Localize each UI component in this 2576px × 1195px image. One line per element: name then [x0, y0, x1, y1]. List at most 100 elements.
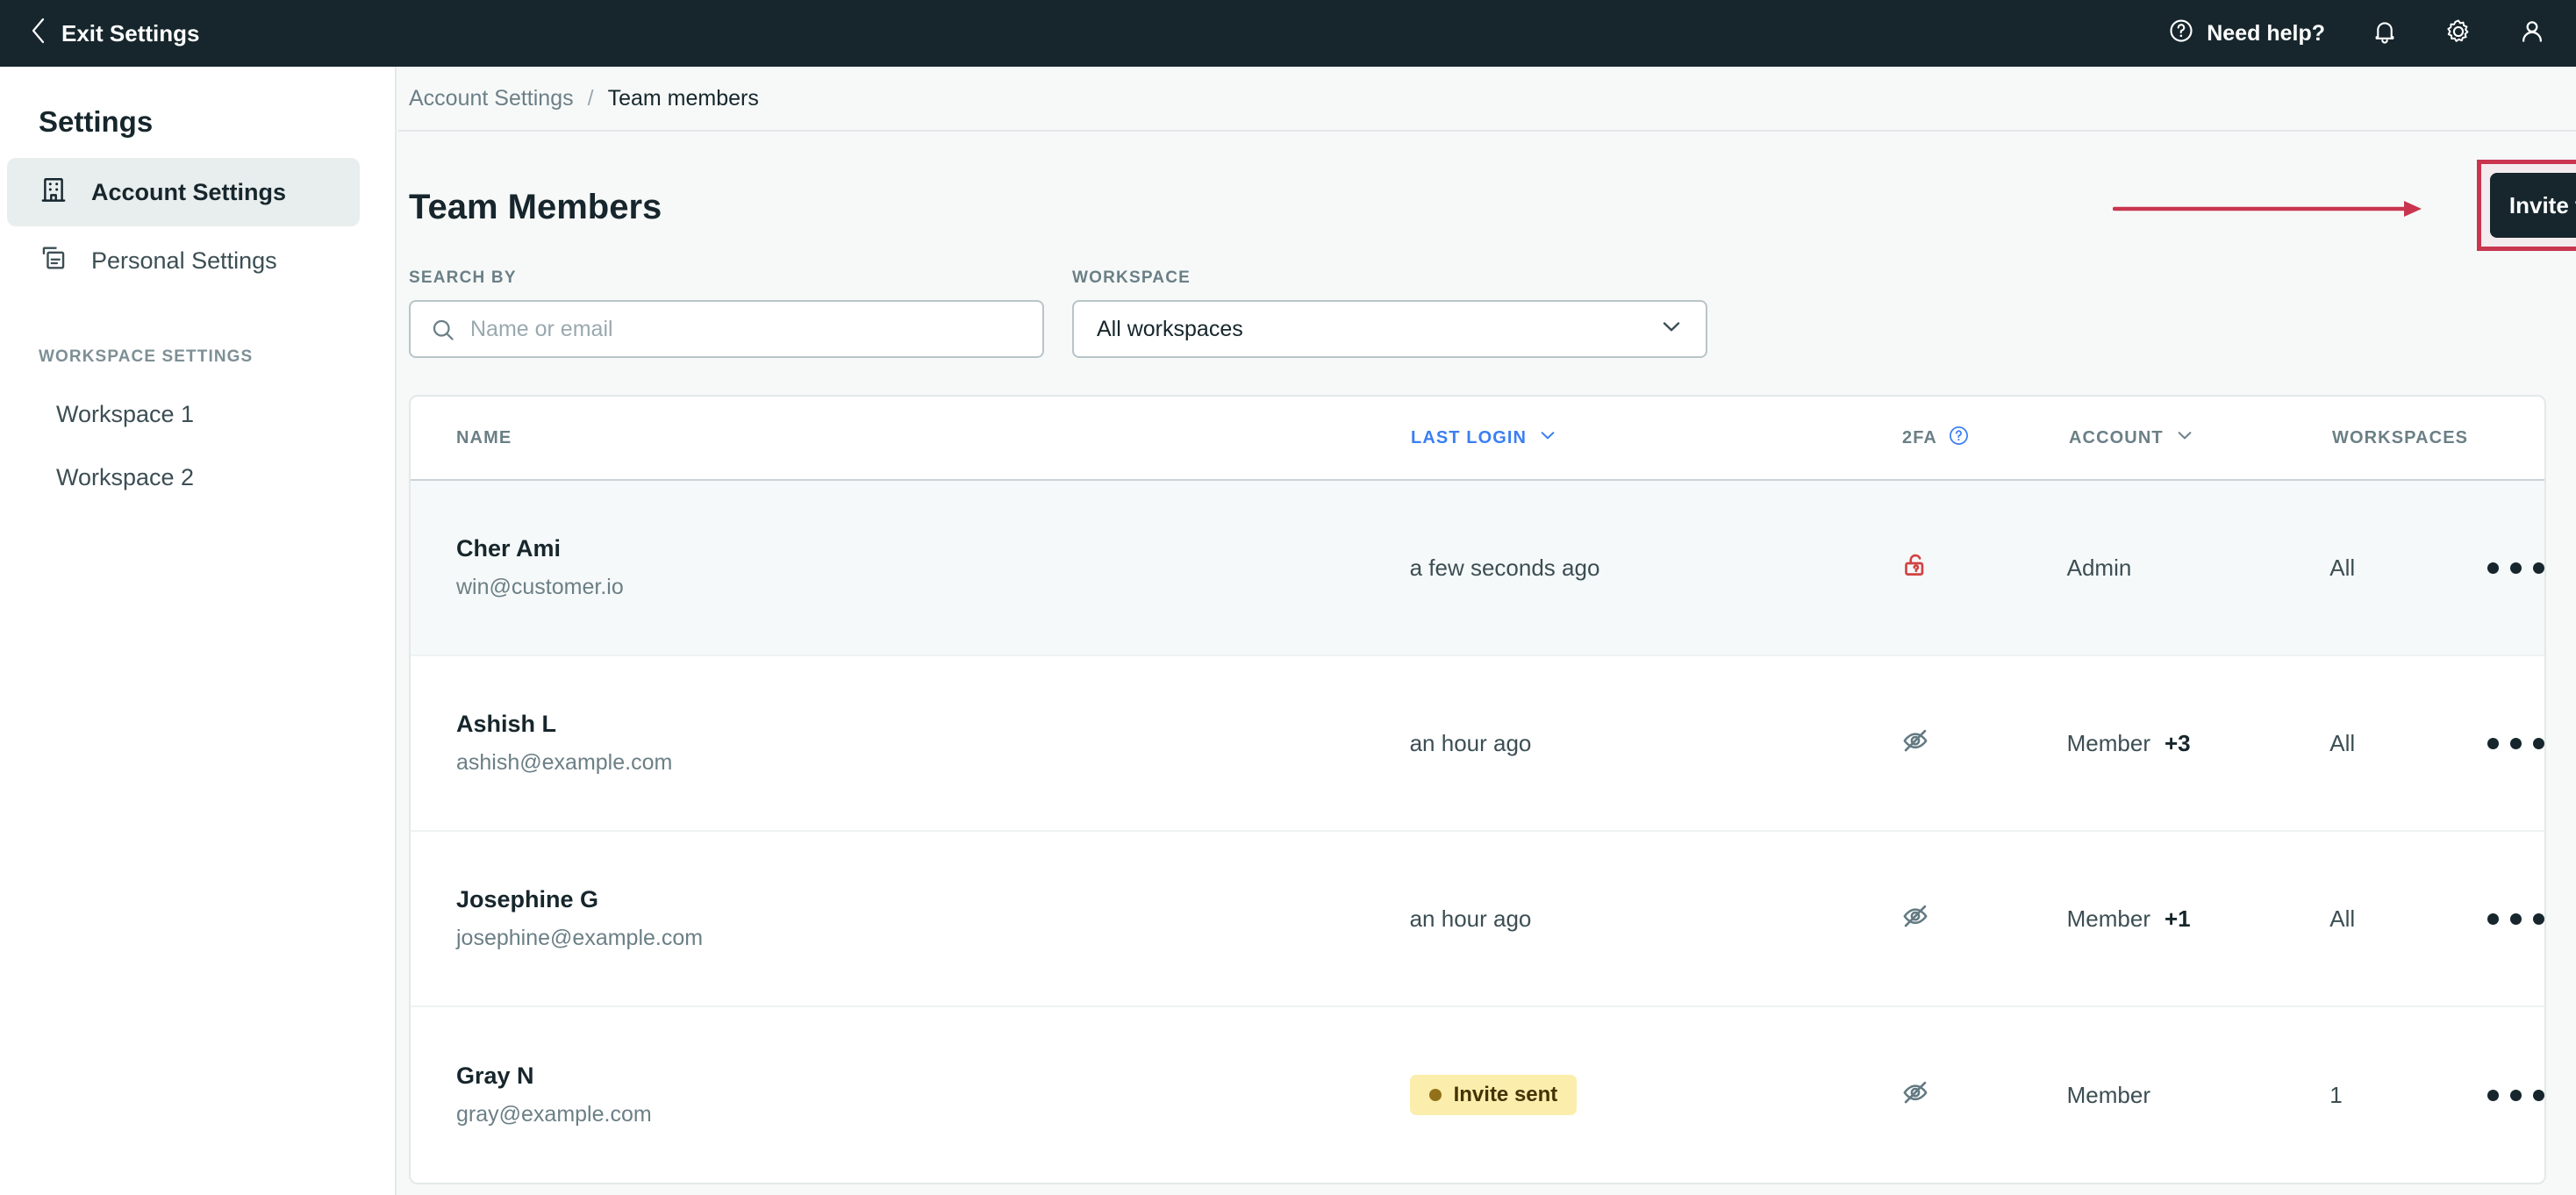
- gear-icon: [2444, 18, 2472, 50]
- search-by-field: SEARCH BY: [409, 268, 1044, 358]
- chevron-down-icon: [1658, 313, 1685, 346]
- row-actions-button[interactable]: [2487, 562, 2544, 574]
- column-header-account[interactable]: ACCOUNT: [2069, 425, 2332, 451]
- row-actions-button[interactable]: [2487, 737, 2544, 749]
- workspace-label: Workspace 2: [56, 463, 195, 490]
- breadcrumb-separator: /: [587, 85, 594, 111]
- ellipsis-icon: [2487, 912, 2544, 925]
- sidebar-item-personal-settings[interactable]: Personal Settings: [7, 226, 360, 295]
- status-dot-icon: [1428, 1089, 1442, 1101]
- row-actions-button[interactable]: [2487, 1089, 2544, 1101]
- account-extra-count: +3: [2164, 729, 2191, 756]
- column-header-last-login[interactable]: LAST LOGIN: [1411, 425, 1902, 451]
- sidebar-item-account-settings[interactable]: Account Settings: [7, 158, 360, 226]
- chevron-left-icon: [30, 17, 47, 51]
- eye-off-icon: [1900, 901, 1930, 937]
- account-role-cell: Member +3: [2067, 730, 2330, 757]
- account-role-cell: Admin: [2067, 555, 2330, 582]
- workspaces-cell: 1: [2329, 1081, 2343, 1108]
- account-role: Member: [2066, 729, 2150, 756]
- status-badge-label: Invite sent: [1453, 1083, 1558, 1106]
- column-header-workspaces: WORKSPACES: [2332, 428, 2490, 448]
- main-content: Account Settings / Team members Team Mem…: [398, 67, 2576, 1195]
- workspace-label: WORKSPACE: [1072, 268, 1191, 287]
- table-row[interactable]: Josephine G josephine@example.com an hou…: [411, 832, 2544, 1007]
- user-icon: [2518, 18, 2546, 50]
- search-input[interactable]: [409, 300, 1044, 358]
- table-header-row: NAME LAST LOGIN 2FA ACCOUNT WORKSPACES: [411, 397, 2544, 481]
- member-name: Gray N: [456, 1063, 534, 1089]
- member-identity-cell: Josephine G josephine@example.com: [411, 886, 1410, 951]
- settings-gear-button[interactable]: [2444, 18, 2472, 50]
- page-title: Team Members: [409, 187, 662, 226]
- account-extra-count: +1: [2164, 905, 2191, 932]
- member-name: Cher Ami: [456, 535, 562, 562]
- ellipsis-icon: [2487, 737, 2544, 749]
- workspace-select[interactable]: All workspaces: [1072, 300, 1707, 358]
- filter-bar: SEARCH BY WORKSPACE All workspaces: [398, 242, 2576, 358]
- top-bar: Exit Settings Need help?: [0, 0, 2576, 67]
- account-role-cell: Member +1: [2067, 905, 2330, 933]
- eye-off-icon: [1900, 1077, 1930, 1113]
- member-email: ashish@example.com: [456, 750, 673, 775]
- two-fa-cell: [1900, 726, 2067, 762]
- table-row[interactable]: Cher Ami win@customer.io a few seconds a…: [411, 481, 2544, 656]
- top-bar-actions: Need help?: [2168, 18, 2546, 50]
- invite-team-member-button[interactable]: Invite team member: [2490, 173, 2576, 238]
- notifications-button[interactable]: [2371, 18, 2399, 50]
- eye-off-icon: [1900, 726, 1930, 762]
- table-row[interactable]: Ashish L ashish@example.com an hour ago …: [411, 656, 2544, 832]
- two-fa-cell: [1900, 1077, 2067, 1113]
- member-email: josephine@example.com: [456, 926, 704, 950]
- workspace-label: Workspace 1: [56, 400, 195, 427]
- exit-settings-button[interactable]: Exit Settings: [30, 17, 199, 51]
- building-icon: [39, 175, 68, 211]
- column-header-2fa: 2FA: [1902, 425, 2069, 452]
- page-header: Team Members Invite team member: [398, 132, 2576, 251]
- two-fa-cell: [1900, 901, 2067, 937]
- account-role-cell: Member: [2067, 1082, 2330, 1109]
- workspaces-cell: All: [2329, 554, 2356, 581]
- ellipsis-icon: [2487, 562, 2544, 574]
- two-fa-cell: [1900, 550, 2067, 586]
- member-name: Josephine G: [456, 886, 599, 912]
- breadcrumb: Account Settings / Team members: [398, 67, 2576, 132]
- sidebar-item-workspace-2[interactable]: Workspace 2: [0, 446, 395, 509]
- sidebar-item-label: Account Settings: [91, 178, 287, 205]
- bell-icon: [2371, 18, 2399, 50]
- column-label: NAME: [456, 427, 512, 447]
- sidebar-section-workspace-settings: WORKSPACE SETTINGS: [39, 347, 254, 366]
- row-actions-button[interactable]: [2487, 912, 2544, 925]
- last-login-cell: an hour ago: [1409, 905, 1532, 932]
- table-row[interactable]: Gray N gray@example.com Invite sent Memb…: [411, 1007, 2544, 1183]
- question-circle-icon[interactable]: [1948, 425, 1970, 452]
- need-help-button[interactable]: Need help?: [2168, 18, 2325, 50]
- question-circle-icon: [2168, 18, 2194, 50]
- column-header-name: NAME: [411, 428, 1411, 448]
- account-role: Admin: [2066, 554, 2132, 581]
- sidebar-item-label: Personal Settings: [91, 247, 277, 274]
- member-email: win@customer.io: [456, 575, 624, 599]
- breadcrumb-parent-link[interactable]: Account Settings: [409, 86, 574, 111]
- column-label: ACCOUNT: [2069, 427, 2164, 447]
- member-email: gray@example.com: [456, 1102, 652, 1127]
- user-account-button[interactable]: [2518, 18, 2546, 50]
- last-login-cell: a few seconds ago: [1409, 554, 1600, 581]
- column-label: 2FA: [1902, 427, 1937, 447]
- member-name: Ashish L: [456, 711, 557, 737]
- account-role: Member: [2066, 905, 2150, 932]
- account-role: Member: [2066, 1081, 2150, 1108]
- need-help-label: Need help?: [2207, 20, 2325, 46]
- sidebar-item-workspace-1[interactable]: Workspace 1: [0, 383, 395, 446]
- column-label: LAST LOGIN: [1411, 427, 1528, 447]
- unlock-icon: [1900, 550, 1930, 586]
- column-label: WORKSPACES: [2332, 427, 2469, 447]
- chevron-down-icon: [2174, 425, 2195, 451]
- team-members-table: NAME LAST LOGIN 2FA ACCOUNT WORKSPACES C…: [409, 395, 2546, 1184]
- ellipsis-icon: [2487, 1089, 2544, 1101]
- card-copy-icon: [39, 243, 68, 279]
- settings-sidebar: Settings Account Settings Personal Setti…: [0, 67, 397, 1195]
- workspace-filter-field: WORKSPACE All workspaces: [1072, 268, 1707, 358]
- chevron-down-icon: [1537, 425, 1558, 451]
- member-identity-cell: Gray N gray@example.com: [411, 1063, 1410, 1127]
